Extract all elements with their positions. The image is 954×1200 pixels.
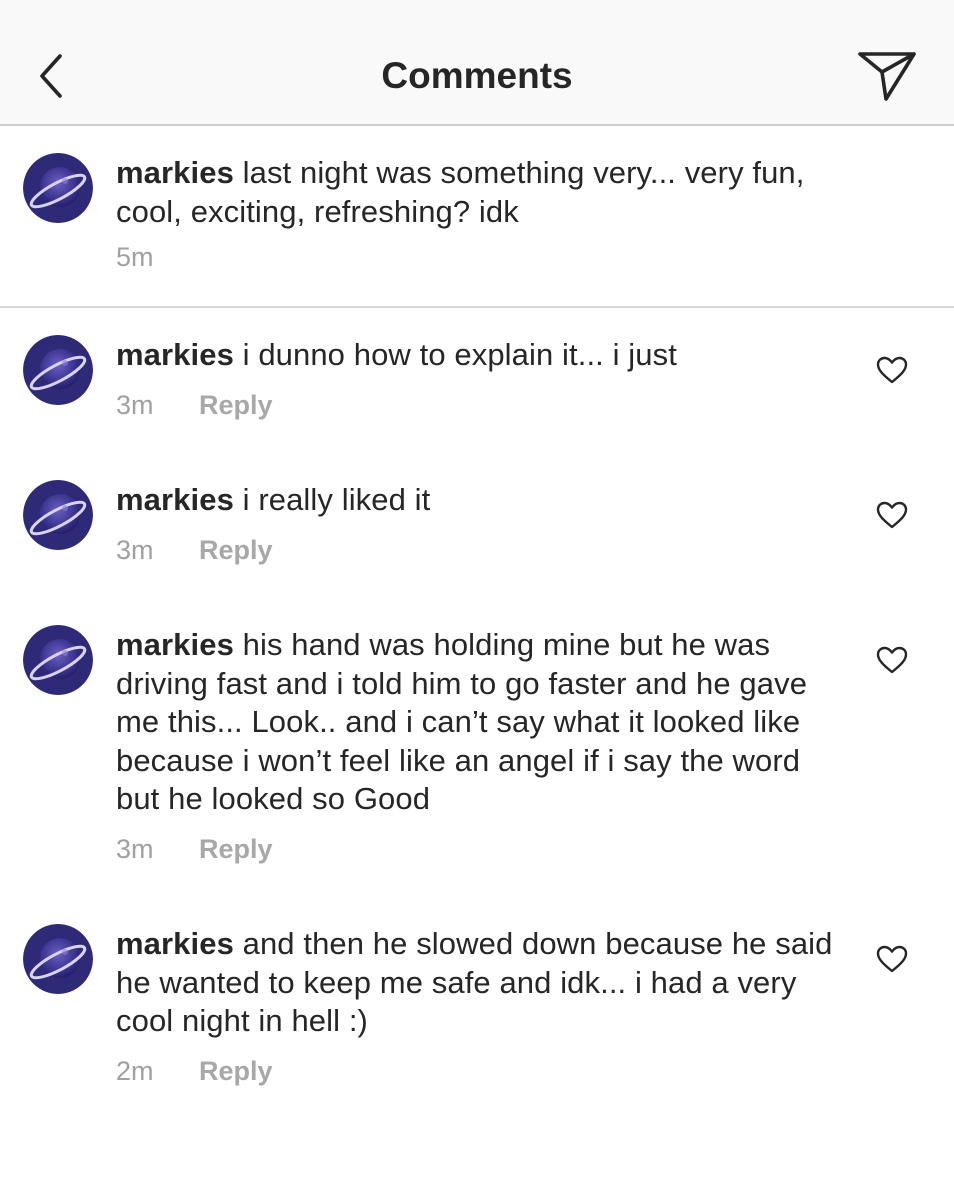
- caption-text: markies last night was something very...…: [116, 154, 876, 231]
- timestamp: 3m: [116, 834, 154, 864]
- heart-outline-icon: [876, 945, 908, 973]
- page-title: Comments: [381, 55, 573, 96]
- heart-outline-icon: [876, 646, 908, 674]
- avatar[interactable]: [23, 480, 93, 550]
- reply-button[interactable]: Reply: [199, 834, 273, 864]
- like-button[interactable]: [876, 356, 908, 384]
- comment-meta: 3m Reply: [116, 832, 273, 866]
- comment-body: i dunno how to explain it... i just: [233, 337, 677, 372]
- username[interactable]: markies: [116, 627, 234, 662]
- planet-avatar-icon: [23, 924, 93, 994]
- comment-text: markies his hand was holding mine but he…: [116, 626, 836, 819]
- comment-item: markies his hand was holding mine but he…: [0, 598, 954, 897]
- like-button[interactable]: [876, 945, 908, 973]
- avatar[interactable]: [23, 335, 93, 405]
- username[interactable]: markies: [116, 482, 234, 517]
- timestamp: 5m: [116, 242, 154, 272]
- planet-avatar-icon: [23, 153, 93, 223]
- like-button[interactable]: [876, 646, 908, 674]
- planet-avatar-icon: [23, 480, 93, 550]
- reply-button[interactable]: Reply: [199, 535, 273, 565]
- username[interactable]: markies: [116, 155, 234, 190]
- caption-meta: 5m: [116, 240, 199, 274]
- username[interactable]: markies: [116, 926, 234, 961]
- comment-text: markies and then he slowed down because …: [116, 925, 836, 1041]
- share-button[interactable]: [852, 44, 922, 106]
- post-caption: markies last night was something very...…: [0, 126, 954, 308]
- comment-item: markies i really liked it 3m Reply: [0, 453, 954, 598]
- avatar[interactable]: [23, 153, 93, 223]
- reply-button[interactable]: Reply: [199, 1056, 273, 1086]
- reply-button[interactable]: Reply: [199, 390, 273, 420]
- timestamp: 3m: [116, 390, 154, 420]
- header-bar: Comments: [0, 0, 954, 126]
- comment-meta: 2m Reply: [116, 1054, 273, 1088]
- comment-item: markies and then he slowed down because …: [0, 897, 954, 1119]
- timestamp: 2m: [116, 1056, 154, 1086]
- planet-avatar-icon: [23, 625, 93, 695]
- heart-outline-icon: [876, 501, 908, 529]
- planet-avatar-icon: [23, 335, 93, 405]
- avatar[interactable]: [23, 924, 93, 994]
- comment-item: markies i dunno how to explain it... i j…: [0, 308, 954, 453]
- username[interactable]: markies: [116, 337, 234, 372]
- like-button[interactable]: [876, 501, 908, 529]
- comment-body: i really liked it: [233, 482, 431, 517]
- comment-meta: 3m Reply: [116, 533, 273, 567]
- paper-plane-icon: [858, 52, 916, 101]
- heart-outline-icon: [876, 356, 908, 384]
- timestamp: 3m: [116, 535, 154, 565]
- comment-text: markies i really liked it: [116, 481, 836, 520]
- comment-text: markies i dunno how to explain it... i j…: [116, 336, 836, 375]
- avatar[interactable]: [23, 625, 93, 695]
- comment-meta: 3m Reply: [116, 388, 273, 422]
